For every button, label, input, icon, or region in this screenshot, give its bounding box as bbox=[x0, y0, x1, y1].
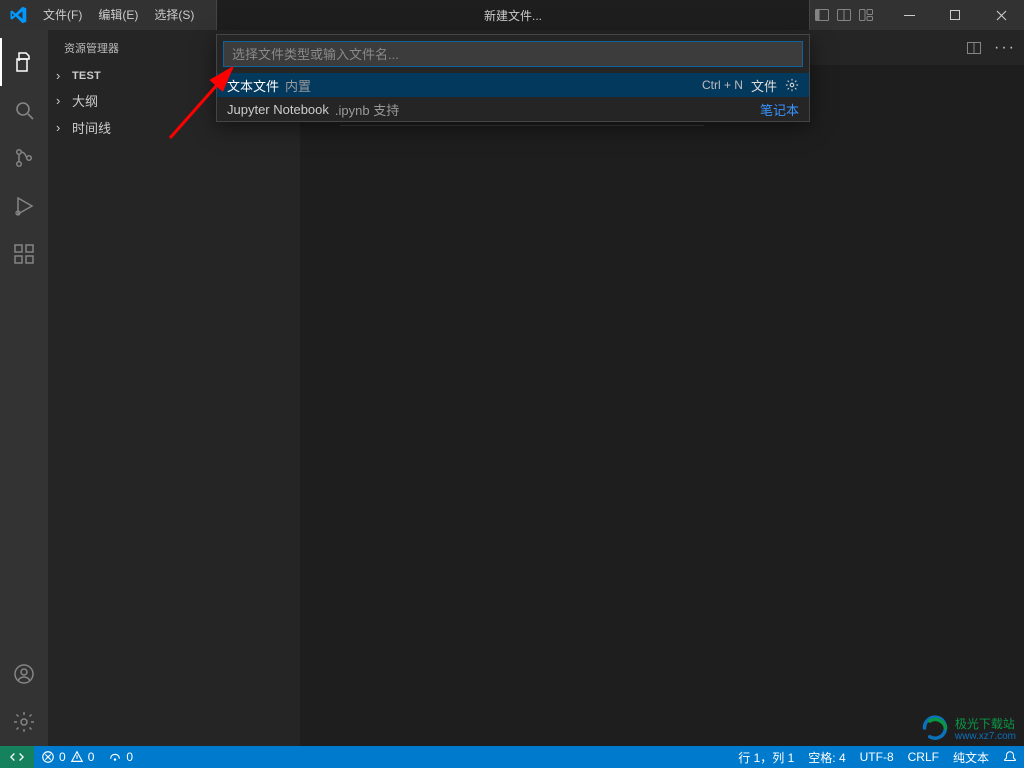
editor-divider bbox=[340, 125, 704, 126]
watermark-logo-icon bbox=[921, 714, 949, 742]
chevron-right-icon: › bbox=[56, 120, 72, 135]
status-eol[interactable]: CRLF bbox=[901, 749, 946, 766]
gear-icon[interactable] bbox=[785, 78, 799, 92]
status-encoding[interactable]: UTF-8 bbox=[853, 749, 901, 766]
window-maximize-button[interactable] bbox=[932, 0, 978, 30]
activity-bar bbox=[0, 30, 48, 746]
status-notifications-icon[interactable] bbox=[996, 749, 1024, 766]
layout-panel-left-icon[interactable] bbox=[814, 7, 830, 23]
keybinding-label: Ctrl + N bbox=[702, 78, 743, 92]
more-icon[interactable]: ··· bbox=[994, 39, 1016, 57]
vscode-logo-icon bbox=[0, 6, 35, 24]
status-language[interactable]: 纯文本 bbox=[946, 749, 996, 766]
dialog-header: 新建文件... bbox=[216, 0, 810, 30]
category-label: 文件 bbox=[751, 76, 777, 95]
split-editor-icon[interactable] bbox=[966, 40, 982, 56]
activity-extensions-icon[interactable] bbox=[0, 230, 48, 278]
statusbar: 0 0 0 行 1，列 1 空格: 4 UTF-8 CRLF 纯文本 bbox=[0, 746, 1024, 768]
sidebar-explorer: 资源管理器 › TEST › 大纲 › 时间线 bbox=[48, 30, 300, 746]
menu-edit[interactable]: 编辑(E) bbox=[90, 0, 146, 30]
picker-row-text-file[interactable]: 文本文件 内置 Ctrl + N 文件 bbox=[217, 73, 809, 97]
picker-row-jupyter[interactable]: Jupyter Notebook .ipynb 支持 笔记本 bbox=[217, 97, 809, 121]
editor-area: ··· bbox=[300, 30, 1024, 746]
picker-input[interactable] bbox=[232, 47, 794, 62]
window-minimize-button[interactable] bbox=[886, 0, 932, 30]
remote-indicator-icon[interactable] bbox=[0, 746, 34, 768]
layout-panel-bottom-icon[interactable] bbox=[836, 7, 852, 23]
watermark-text: 极光下载站 bbox=[955, 717, 1015, 731]
watermark-subtext: www.xz7.com bbox=[955, 731, 1016, 742]
picker-input-wrapper bbox=[223, 41, 803, 67]
status-problems[interactable]: 0 0 bbox=[34, 750, 101, 764]
category-link: 笔记本 bbox=[760, 100, 799, 119]
activity-search-icon[interactable] bbox=[0, 86, 48, 134]
chevron-right-icon: › bbox=[56, 68, 72, 83]
dialog-title: 新建文件... bbox=[484, 7, 542, 24]
menu-select[interactable]: 选择(S) bbox=[146, 0, 202, 30]
menu-file[interactable]: 文件(F) bbox=[35, 0, 90, 30]
activity-scm-icon[interactable] bbox=[0, 134, 48, 182]
activity-accounts-icon[interactable] bbox=[0, 650, 48, 698]
status-cursor-position[interactable]: 行 1，列 1 bbox=[731, 749, 801, 766]
status-indentation[interactable]: 空格: 4 bbox=[801, 749, 852, 766]
activity-settings-icon[interactable] bbox=[0, 698, 48, 746]
activity-debug-icon[interactable] bbox=[0, 182, 48, 230]
chevron-right-icon: › bbox=[56, 93, 72, 108]
layout-customize-icon[interactable] bbox=[858, 7, 874, 23]
menubar: 文件(F) 编辑(E) 选择(S) bbox=[35, 0, 202, 30]
watermark: 极光下载站 www.xz7.com bbox=[921, 714, 1016, 742]
status-ports[interactable]: 0 bbox=[101, 750, 140, 764]
activity-explorer-icon[interactable] bbox=[0, 38, 48, 86]
new-file-picker: 文本文件 内置 Ctrl + N 文件 Jupyter Notebook .ip… bbox=[216, 34, 810, 122]
window-close-button[interactable] bbox=[978, 0, 1024, 30]
main: 资源管理器 › TEST › 大纲 › 时间线 ··· bbox=[0, 30, 1024, 746]
